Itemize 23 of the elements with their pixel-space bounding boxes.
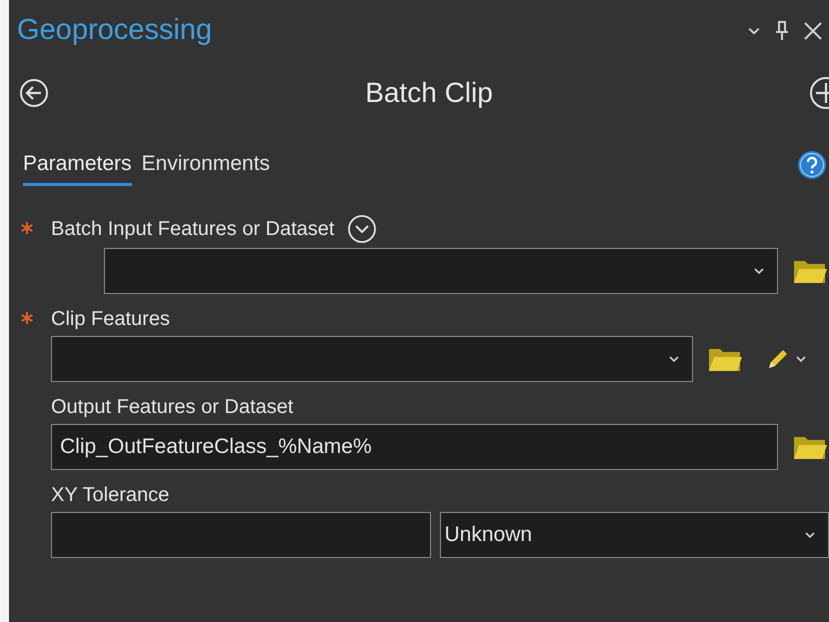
pin-icon[interactable] (775, 20, 789, 42)
back-icon[interactable] (19, 78, 49, 108)
dropdown-field[interactable] (104, 248, 778, 294)
text-field[interactable]: Clip_OutFeatureClass_%Name% (51, 424, 778, 470)
tool-title: Batch Clip (365, 76, 493, 110)
tab[interactable]: Parameters (23, 144, 132, 186)
parameter-label: Output Features or Dataset (51, 397, 294, 417)
dropdown-field[interactable] (51, 336, 693, 382)
menu-caret-icon (747, 26, 761, 36)
caret-icon (804, 531, 816, 539)
caret-icon (795, 355, 807, 363)
close-icon[interactable] (803, 21, 823, 41)
parameter-label: XY Tolerance (51, 485, 170, 505)
expand-icon[interactable] (346, 214, 376, 244)
parameter-label: Batch Input Features or Dataset (51, 219, 334, 239)
window-title: Geoprocessing (17, 13, 212, 48)
unit-dropdown[interactable]: Unknown (440, 512, 829, 558)
parameter-label: Clip Features (51, 309, 170, 329)
tab[interactable]: Environments (142, 144, 270, 186)
help-icon[interactable] (797, 150, 827, 180)
caret-icon (668, 355, 680, 363)
caret-icon (753, 267, 765, 275)
text-field[interactable] (51, 512, 432, 558)
